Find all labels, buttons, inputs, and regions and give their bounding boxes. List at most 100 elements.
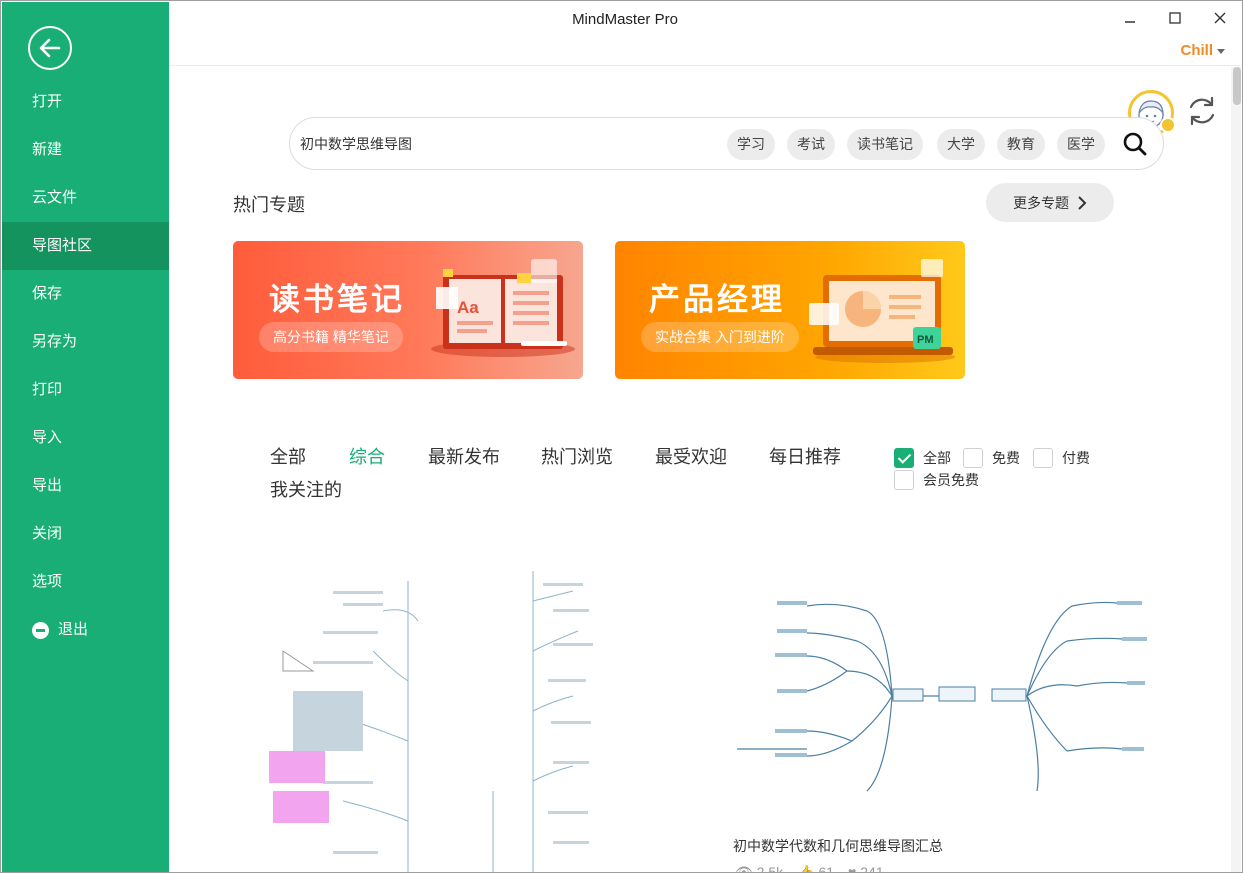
tab-comprehensive[interactable]: 综合: [349, 443, 385, 469]
app-window: 打开 新建 云文件 导图社区 保存 另存为 打印 导入 导出 关闭 选项 退出 …: [0, 0, 1243, 873]
sidebar-menu: 打开 新建 云文件 导图社区 保存 另存为 打印 导入 导出 关闭 选项 退出: [2, 78, 169, 654]
tag-education[interactable]: 教育: [997, 129, 1045, 160]
chevron-right-icon: [1078, 195, 1087, 210]
banner-subtitle: 高分书籍 精华笔记: [259, 322, 403, 352]
sidebar: 打开 新建 云文件 导图社区 保存 另存为 打印 导入 导出 关闭 选项 退出: [2, 2, 169, 872]
likes-value: 61: [818, 864, 835, 873]
sidebar-item-label: 打开: [32, 93, 63, 110]
caret-down-icon: [1217, 48, 1225, 54]
banner-subtitle: 实战合集 入门到进阶: [641, 322, 799, 352]
checkbox-icon: [1033, 448, 1053, 468]
sidebar-item-close[interactable]: 关闭: [2, 510, 169, 558]
card-title: 初中数学代数和几何思维导图汇总: [733, 838, 943, 854]
arrow-left-icon: [39, 38, 61, 58]
search-input[interactable]: [300, 132, 680, 156]
filter-label: 免费: [992, 450, 1020, 466]
sidebar-item-label: 新建: [32, 141, 63, 158]
close-icon: [1214, 12, 1226, 24]
filter-member-free-checkbox[interactable]: 会员免费: [894, 470, 979, 490]
tab-following[interactable]: 我关注的: [270, 476, 342, 502]
window-title: MindMaster Pro: [572, 11, 678, 28]
maximize-button[interactable]: [1165, 8, 1185, 28]
tab-all[interactable]: 全部: [270, 443, 306, 469]
checkbox-checked-icon: [894, 448, 914, 468]
filter-label: 付费: [1062, 450, 1090, 466]
tag-study[interactable]: 学习: [727, 129, 775, 160]
sidebar-item-options[interactable]: 选项: [2, 558, 169, 606]
tag-reading-notes[interactable]: 读书笔记: [847, 129, 923, 160]
more-topics-label: 更多专题: [1013, 194, 1069, 211]
laptop-chart-illustration: PM: [809, 259, 955, 363]
checkbox-icon: [963, 448, 983, 468]
filter-paid-checkbox[interactable]: 付费: [1033, 448, 1090, 468]
sidebar-item-label: 选项: [32, 573, 63, 590]
minimize-button[interactable]: [1120, 8, 1140, 28]
mindmap-card[interactable]: 初中数学代数和几何思维导图汇总 👁 2.5k 👍 61 ♥ 241: [717, 561, 1157, 873]
section-title-hot-topics: 热门专题: [233, 195, 305, 215]
sidebar-item-export[interactable]: 导出: [2, 462, 169, 510]
favorites-value: 241: [860, 864, 884, 873]
sidebar-item-import[interactable]: 导入: [2, 414, 169, 462]
card-stats: 👁 2.5k 👍 61 ♥ 241: [735, 864, 884, 873]
filter-all-checkbox[interactable]: 全部: [894, 448, 951, 468]
sidebar-item-label: 导图社区: [32, 237, 93, 254]
sidebar-item-cloud-files[interactable]: 云文件: [2, 174, 169, 222]
vip-badge-icon: [1160, 117, 1176, 133]
sidebar-item-save[interactable]: 保存: [2, 270, 169, 318]
sidebar-item-label: 导出: [32, 477, 63, 494]
pm-badge: PM: [917, 334, 934, 346]
topic-banner-reading-notes[interactable]: 读书笔记 高分书籍 精华笔记 Aa: [233, 241, 583, 379]
user-menu[interactable]: Chill: [1180, 42, 1225, 59]
sidebar-item-exit[interactable]: 退出: [2, 606, 169, 654]
maximize-icon: [1169, 12, 1181, 24]
filter-free-checkbox[interactable]: 免费: [963, 448, 1020, 468]
tag-medicine[interactable]: 医学: [1057, 129, 1105, 160]
search-button[interactable]: [1122, 131, 1148, 157]
sidebar-item-save-as[interactable]: 另存为: [2, 318, 169, 366]
likes-count: 👍 61: [797, 864, 835, 873]
tab-most-liked[interactable]: 最受欢迎: [655, 443, 727, 469]
scrollbar-thumb[interactable]: [1233, 67, 1241, 105]
sidebar-item-label: 关闭: [32, 525, 63, 542]
mindmap-thumbnail: [737, 601, 1147, 792]
sidebar-item-label: 保存: [32, 285, 63, 302]
search-icon: [1123, 132, 1147, 156]
refresh-icon: [1189, 96, 1215, 126]
user-name: Chill: [1180, 42, 1214, 59]
views-value: 2.5k: [756, 864, 784, 873]
sidebar-item-label: 另存为: [32, 333, 78, 350]
refresh-button[interactable]: [1185, 94, 1219, 128]
close-button[interactable]: [1210, 8, 1230, 28]
sidebar-item-open[interactable]: 打开: [2, 78, 169, 126]
search-bar: 学习 考试 读书笔记 大学 教育 医学: [289, 117, 1164, 170]
mindmap-card[interactable]: [233, 561, 673, 872]
sidebar-item-label: 打印: [32, 381, 63, 398]
sidebar-item-label: 导入: [32, 429, 63, 446]
svg-text:Aa: Aa: [457, 298, 479, 317]
filter-label: 会员免费: [923, 472, 979, 488]
tab-daily-picks[interactable]: 每日推荐: [769, 443, 841, 469]
tag-university[interactable]: 大学: [937, 129, 985, 160]
views-count: 👁 2.5k: [735, 864, 784, 873]
checkbox-icon: [894, 470, 914, 490]
sidebar-item-community[interactable]: 导图社区: [2, 222, 169, 270]
sidebar-item-label: 退出: [58, 621, 89, 638]
more-topics-button[interactable]: 更多专题: [986, 183, 1114, 222]
scrollbar-track[interactable]: [1231, 67, 1241, 872]
tab-popular-views[interactable]: 热门浏览: [541, 443, 613, 469]
title-bar: MindMaster Pro Chill: [169, 2, 1241, 66]
tag-exam[interactable]: 考试: [787, 129, 835, 160]
sidebar-item-new[interactable]: 新建: [2, 126, 169, 174]
sidebar-item-print[interactable]: 打印: [2, 366, 169, 414]
back-button[interactable]: [28, 26, 72, 70]
mindmap-thumbnail: [269, 571, 593, 872]
open-book-illustration: Aa: [431, 259, 575, 357]
banner-title: 读书笔记: [269, 282, 405, 317]
filter-label: 全部: [923, 450, 951, 466]
minus-circle-icon: [32, 621, 49, 639]
tab-latest[interactable]: 最新发布: [428, 443, 500, 469]
minimize-icon: [1125, 21, 1135, 23]
sidebar-item-label: 云文件: [32, 189, 78, 206]
favorites-count: ♥ 241: [848, 864, 884, 873]
topic-banner-product-manager[interactable]: 产品经理 实战合集 入门到进阶 PM: [615, 241, 965, 379]
